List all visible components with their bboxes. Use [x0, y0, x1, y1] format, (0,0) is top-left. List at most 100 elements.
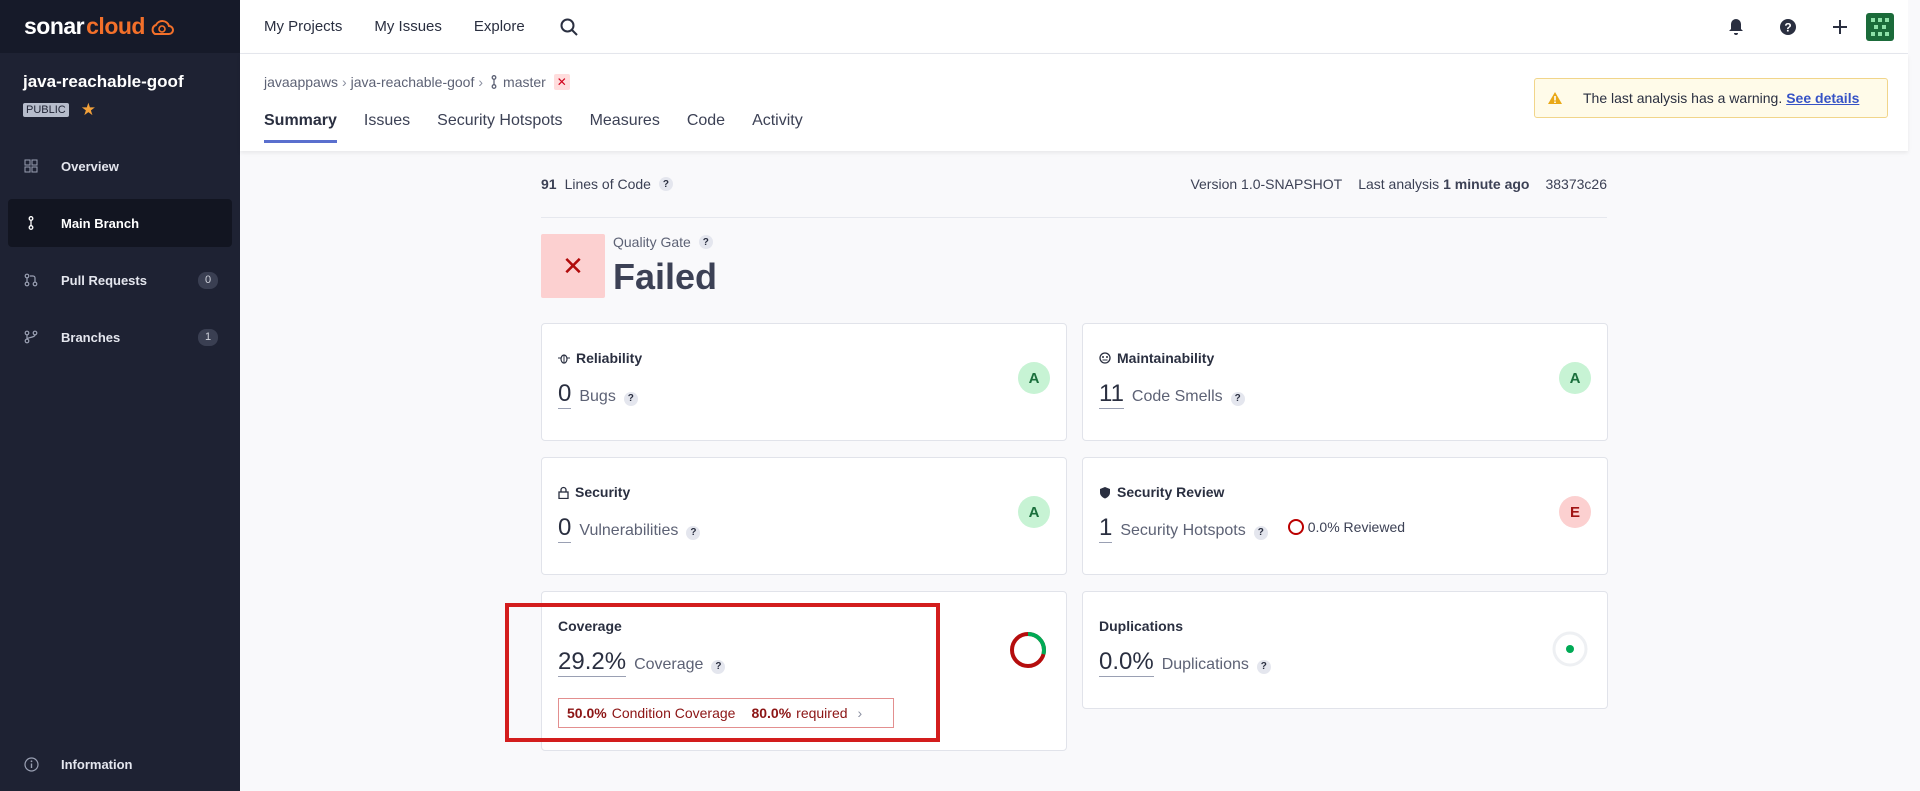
- help-icon[interactable]: ?: [1230, 391, 1245, 406]
- project-name[interactable]: java-reachable-goof: [23, 72, 240, 92]
- quality-gate-section: ✕ Quality Gate ? Failed: [541, 218, 1607, 318]
- maintainability-card[interactable]: Maintainability 11 Code Smells ? A: [1082, 323, 1608, 441]
- project-tabs: Summary Issues Security Hotspots Measure…: [264, 112, 830, 143]
- quality-gate-status: Failed: [613, 256, 718, 297]
- help-icon[interactable]: ?: [686, 525, 701, 540]
- security-review-title: Security Review: [1117, 484, 1225, 500]
- breadcrumb-branch[interactable]: master: [503, 74, 546, 90]
- help-icon[interactable]: ?: [658, 177, 673, 191]
- reviewed-label: 0.0% Reviewed: [1307, 519, 1406, 535]
- last-analysis-value: 1 minute ago: [1443, 176, 1530, 192]
- warning-text: The last analysis has a warning.: [1583, 90, 1783, 106]
- security-value-row: 0 Vulnerabilities ?: [558, 514, 701, 543]
- lines-of-code-label: Lines of Code: [564, 176, 651, 192]
- project-meta: PUBLIC ★: [23, 100, 240, 120]
- sonarcloud-logo[interactable]: sonar cloud: [0, 0, 240, 53]
- help-icon[interactable]: ?: [623, 391, 638, 406]
- help-icon[interactable]: ?: [1256, 659, 1271, 674]
- tab-code[interactable]: Code: [687, 112, 725, 143]
- info-icon: [22, 756, 40, 772]
- coverage-donut-chart: [1010, 632, 1046, 668]
- branch-icon: [491, 75, 497, 89]
- last-analysis-label: Last analysis: [1358, 176, 1440, 192]
- branch-icon: [22, 216, 40, 230]
- maintainability-icon: [1099, 352, 1111, 364]
- branches-count: 1: [198, 328, 218, 346]
- branches-icon: [22, 330, 40, 344]
- nav-my-issues[interactable]: My Issues: [374, 18, 442, 35]
- help-icon[interactable]: ?: [1762, 18, 1814, 36]
- pull-request-icon: [22, 273, 40, 287]
- information-label: Information: [61, 756, 133, 772]
- duplications-indicator-icon: [1552, 631, 1588, 667]
- bugs-label: Bugs: [579, 388, 616, 405]
- brand-cloud: cloud: [86, 13, 145, 39]
- sidebar-item-overview[interactable]: Overview: [8, 142, 232, 190]
- maintainability-title: Maintainability: [1117, 350, 1215, 366]
- grid-icon: [22, 159, 40, 173]
- cloud-logo-icon: [151, 19, 174, 35]
- sidebar-item-main-branch[interactable]: Main Branch: [8, 199, 232, 247]
- tab-activity[interactable]: Activity: [752, 112, 803, 143]
- card-title: Maintainability: [1099, 350, 1214, 366]
- sidebar: sonar cloud java-reachable-goof PUBLIC ★ …: [0, 0, 240, 791]
- sidebar-item-label: Pull Requests: [61, 272, 147, 288]
- see-details-link[interactable]: See details: [1786, 90, 1859, 106]
- project-meta-row: 91 Lines of Code ? Version 1.0-SNAPSHOT …: [541, 151, 1607, 218]
- avatar[interactable]: [1866, 13, 1894, 41]
- reliability-value-row: 0 Bugs ?: [558, 380, 638, 409]
- reliability-title: Reliability: [576, 350, 643, 366]
- commit-hash: 38373c26: [1545, 176, 1607, 192]
- nav-explore[interactable]: Explore: [474, 18, 525, 35]
- quality-gate-label: Quality Gate: [613, 234, 691, 250]
- duplications-label: Duplications: [1161, 656, 1249, 673]
- vulnerabilities-count[interactable]: 0: [558, 514, 572, 543]
- reliability-rating: A: [1018, 362, 1050, 394]
- breadcrumb-separator-icon: ›: [341, 74, 347, 90]
- security-review-value-row: 1 Security Hotspots ? 0.0% Reviewed: [1099, 514, 1405, 543]
- duplications-card[interactable]: Duplications 0.0% Duplications ?: [1082, 591, 1608, 709]
- tab-measures[interactable]: Measures: [590, 112, 660, 143]
- version-label: Version 1.0-SNAPSHOT: [1190, 176, 1343, 192]
- shield-icon: [1099, 486, 1111, 499]
- favorite-star-icon[interactable]: ★: [81, 100, 96, 120]
- analysis-info: Version 1.0-SNAPSHOT Last analysis 1 min…: [1174, 176, 1607, 192]
- notifications-bell-icon[interactable]: [1710, 18, 1762, 36]
- breadcrumb-org[interactable]: javaappaws: [264, 74, 338, 90]
- search-icon[interactable]: [559, 17, 579, 37]
- tab-security-hotspots[interactable]: Security Hotspots: [437, 112, 562, 143]
- security-review-card[interactable]: Security Review 1 Security Hotspots ? 0.…: [1082, 457, 1608, 575]
- breadcrumb-separator-icon: ›: [478, 74, 484, 90]
- reviewed-ring-icon: [1287, 519, 1304, 535]
- card-title: Security Review: [1099, 484, 1224, 500]
- sidebar-item-branches[interactable]: Branches 1: [8, 313, 232, 361]
- security-card[interactable]: Security 0 Vulnerabilities ? A: [541, 457, 1067, 575]
- sidebar-item-pull-requests[interactable]: Pull Requests 0: [8, 256, 232, 304]
- duplications-value-row: 0.0% Duplications ?: [1099, 648, 1271, 677]
- security-rating: A: [1018, 496, 1050, 528]
- help-icon[interactable]: ?: [1253, 525, 1268, 540]
- tab-issues[interactable]: Issues: [364, 112, 410, 143]
- svg-text:?: ?: [1784, 21, 1791, 35]
- code-smells-count[interactable]: 11: [1099, 380, 1124, 409]
- hotspots-count[interactable]: 1: [1099, 514, 1113, 543]
- plus-icon[interactable]: [1814, 18, 1866, 36]
- sidebar-item-label: Overview: [61, 158, 119, 174]
- breadcrumb: javaappaws › java-reachable-goof › maste…: [264, 74, 570, 90]
- sidebar-item-information[interactable]: Information: [8, 744, 232, 784]
- quality-gate-failed-icon: ✕: [541, 234, 605, 298]
- security-title: Security: [575, 484, 631, 500]
- duplications-percent[interactable]: 0.0%: [1099, 648, 1154, 677]
- visibility-badge: PUBLIC: [23, 103, 69, 117]
- sidebar-nav: Overview Main Branch Pull Requests 0 Bra…: [0, 142, 240, 361]
- overview-main: 91 Lines of Code ? Version 1.0-SNAPSHOT …: [541, 151, 1607, 318]
- bugs-count[interactable]: 0: [558, 380, 572, 409]
- reliability-card[interactable]: Reliability 0 Bugs ? A: [541, 323, 1067, 441]
- help-icon[interactable]: ?: [698, 235, 713, 249]
- tab-summary[interactable]: Summary: [264, 112, 337, 143]
- nav-my-projects[interactable]: My Projects: [264, 18, 342, 35]
- brand-sonar: sonar: [24, 13, 85, 39]
- card-title: Security: [558, 484, 630, 500]
- vulnerabilities-label: Vulnerabilities: [579, 522, 679, 539]
- breadcrumb-project[interactable]: java-reachable-goof: [351, 74, 475, 90]
